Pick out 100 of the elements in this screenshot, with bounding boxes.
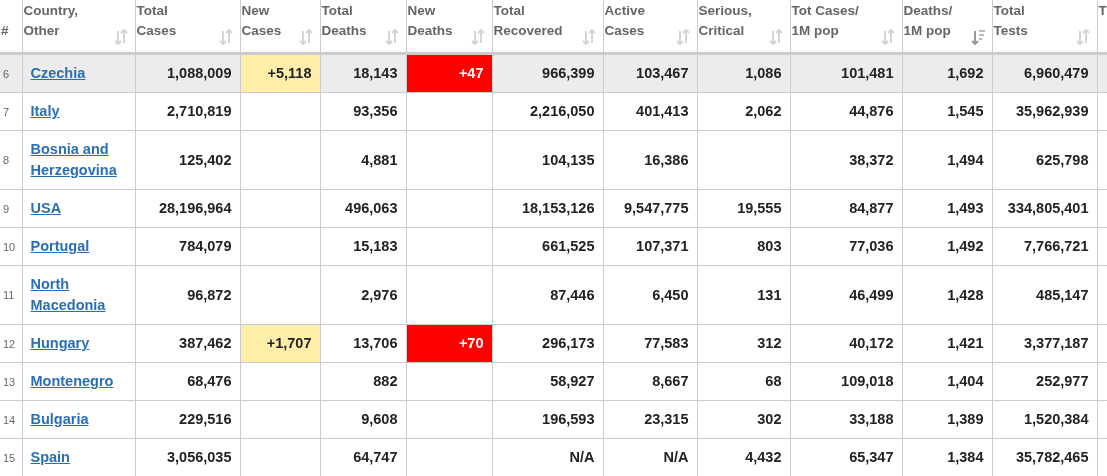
table-cell: 101,481 <box>790 53 902 93</box>
table-cell: 19,555 <box>697 189 790 228</box>
table-cell: 1,492 <box>902 227 992 266</box>
table-cell: 966,399 <box>492 53 603 93</box>
table-cell: 252,977 <box>992 362 1097 401</box>
table-cell: 661,525 <box>492 227 603 266</box>
table-cell: 1,384 <box>902 438 992 476</box>
table-cell: 1,493 <box>902 189 992 228</box>
country-link[interactable]: USA <box>30 198 127 219</box>
country-link[interactable]: Italy <box>30 101 127 122</box>
sort-icon[interactable] <box>1075 29 1090 45</box>
table-cell: 8,667 <box>603 362 697 401</box>
table-cell: 77,036 <box>790 227 902 266</box>
rank-cell: 15 <box>0 438 22 476</box>
sort-icon[interactable] <box>384 29 399 45</box>
table-cell: 1,545 <box>902 92 992 131</box>
sort-icon[interactable] <box>675 29 690 45</box>
country-link[interactable]: North Macedonia <box>30 274 127 316</box>
table-cell: 33,188 <box>790 400 902 439</box>
table-cell: 1,520,384 <box>992 400 1097 439</box>
country-link[interactable]: Portugal <box>30 236 127 257</box>
sort-icon[interactable] <box>581 29 596 45</box>
rank-cell: 13 <box>0 362 22 401</box>
table-cell: 35,782,465 <box>992 438 1097 476</box>
table-cell: 882 <box>320 362 406 401</box>
rank-cell: 8 <box>0 130 22 190</box>
table-cell: 4,432 <box>697 438 790 476</box>
sort-icon[interactable] <box>113 29 128 45</box>
table-cell: 18,153,126 <box>492 189 603 228</box>
table-cell: 96,872 <box>135 265 240 325</box>
table-cell: 196,593 <box>492 400 603 439</box>
table-cell: 35,962,939 <box>992 92 1097 131</box>
rank-cell: 11 <box>0 265 22 325</box>
table-cell: +1,707 <box>240 324 320 363</box>
table-cell: 6,960,479 <box>992 53 1097 93</box>
table-cell: 387,462 <box>135 324 240 363</box>
table-cell: 1,494 <box>902 130 992 190</box>
table-cell: 103,467 <box>603 53 697 93</box>
table-cell: 1,086 <box>697 53 790 93</box>
table-cell: 15,183 <box>320 227 406 266</box>
table-cell: 68 <box>697 362 790 401</box>
country-link[interactable]: Spain <box>30 447 127 468</box>
table-cell: 40,172 <box>790 324 902 363</box>
table-cell: 312 <box>697 324 790 363</box>
table-cell: 64,747 <box>320 438 406 476</box>
table-cell: 803 <box>697 227 790 266</box>
table-cell: 77,583 <box>603 324 697 363</box>
table-cell: 84,877 <box>790 189 902 228</box>
country-link[interactable]: Montenegro <box>30 371 127 392</box>
rank-cell: 6 <box>0 53 22 93</box>
sort-icon[interactable] <box>298 29 313 45</box>
table-cell: 1,404 <box>902 362 992 401</box>
table-cell: 2,976 <box>320 265 406 325</box>
table-cell: 58,927 <box>492 362 603 401</box>
table-cell: 68,476 <box>135 362 240 401</box>
rank-cell: 10 <box>0 227 22 266</box>
table-cell: 23,315 <box>603 400 697 439</box>
table-cell: 1,428 <box>902 265 992 325</box>
table-cell: 302 <box>697 400 790 439</box>
table-cell: +5,118 <box>240 53 320 93</box>
table-cell: 296,173 <box>492 324 603 363</box>
table-cell: 1,421 <box>902 324 992 363</box>
table-cell: 4,881 <box>320 130 406 190</box>
table-cell: 125,402 <box>135 130 240 190</box>
country-link[interactable]: Hungary <box>30 333 127 354</box>
table-cell: 104,135 <box>492 130 603 190</box>
table-cell: 38,372 <box>790 130 902 190</box>
country-link[interactable]: Bosnia and Herzegovina <box>30 139 127 181</box>
table-cell: 334,805,401 <box>992 189 1097 228</box>
table-cell: N/A <box>492 438 603 476</box>
table-cell: 107,371 <box>603 227 697 266</box>
table-cell: 109,018 <box>790 362 902 401</box>
table-cell: 7,766,721 <box>992 227 1097 266</box>
table-cell: 131 <box>697 265 790 325</box>
table-cell: +70 <box>406 324 492 363</box>
country-link[interactable]: Bulgaria <box>30 409 127 430</box>
table-cell: 18,143 <box>320 53 406 93</box>
table-cell: 93,356 <box>320 92 406 131</box>
table-cell: 46,499 <box>790 265 902 325</box>
table-cell: 625,798 <box>992 130 1097 190</box>
table-cell: 28,196,964 <box>135 189 240 228</box>
table-cell: 784,079 <box>135 227 240 266</box>
table-cell: 13,706 <box>320 324 406 363</box>
table-cell: 401,413 <box>603 92 697 131</box>
table-cell: 229,516 <box>135 400 240 439</box>
table-cell: 496,063 <box>320 189 406 228</box>
table-cell: 9,547,775 <box>603 189 697 228</box>
sort-icon[interactable] <box>880 29 895 45</box>
table-cell: 6,450 <box>603 265 697 325</box>
table-cell: 16,386 <box>603 130 697 190</box>
sort-icon[interactable] <box>768 29 783 45</box>
rank-cell: 12 <box>0 324 22 363</box>
table-cell: 2,062 <box>697 92 790 131</box>
sort-icon[interactable] <box>218 29 233 45</box>
sort-icon[interactable] <box>470 29 485 45</box>
table-cell: N/A <box>603 438 697 476</box>
sort-descending-icon[interactable] <box>970 29 985 45</box>
table-cell: 2,710,819 <box>135 92 240 131</box>
table-cell: 2,216,050 <box>492 92 603 131</box>
table-cell: 65,347 <box>790 438 902 476</box>
